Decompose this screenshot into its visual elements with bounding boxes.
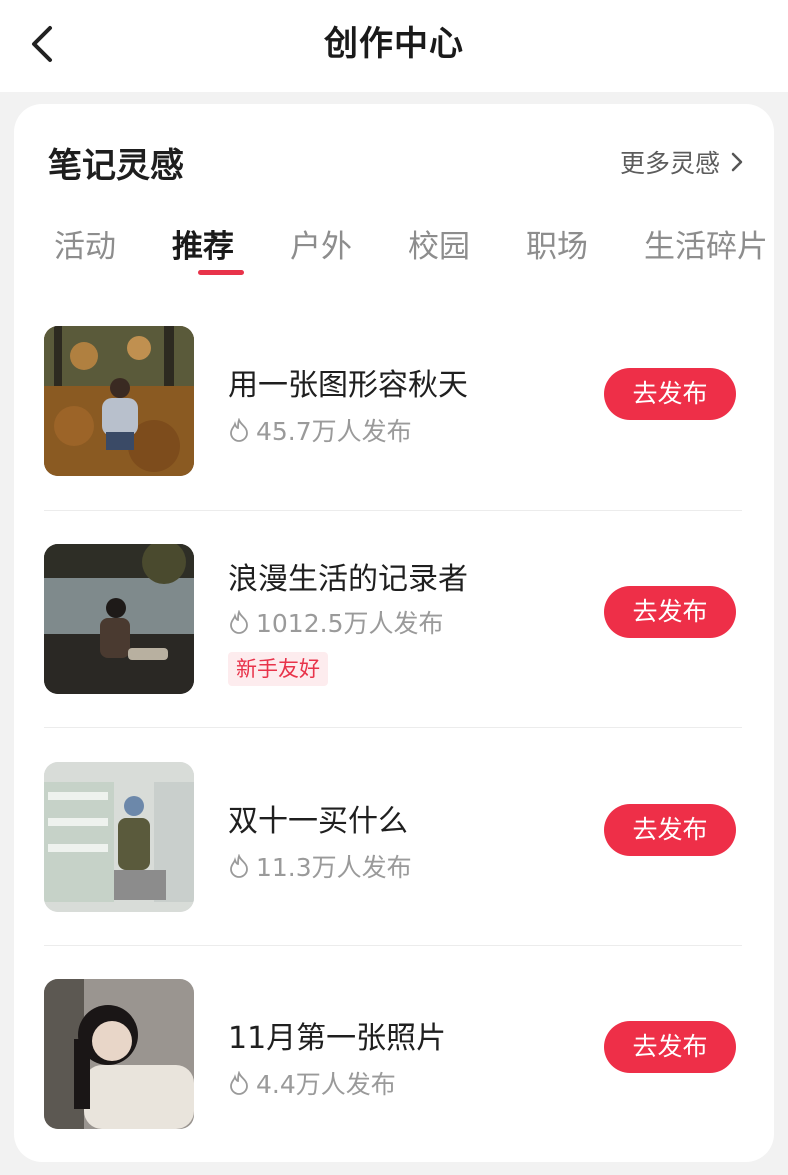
publish-count: 4.4万人发布	[256, 1070, 396, 1099]
top-bar: 创作中心	[0, 0, 788, 92]
flame-icon	[230, 610, 248, 634]
thumbnail-november-photo-image[interactable]	[44, 979, 194, 1129]
tab-workplace[interactable]: 职场	[526, 222, 588, 272]
item-title: 浪漫生活的记录者	[228, 562, 468, 597]
list-item: 双十一买什么 11.3万人发布 去发布	[44, 762, 742, 980]
tab-activity[interactable]: 活动	[54, 222, 116, 272]
tab-outdoor[interactable]: 户外	[290, 222, 352, 272]
tab-campus[interactable]: 校园	[408, 222, 470, 272]
thumbnail-double-eleven-image[interactable]	[44, 762, 194, 912]
thumbnail-romantic-life-image[interactable]	[44, 544, 194, 694]
active-tab-indicator	[198, 270, 244, 275]
publish-button[interactable]: 去发布	[604, 1021, 736, 1073]
publish-button[interactable]: 去发布	[604, 368, 736, 420]
tab-recommended[interactable]: 推荐	[172, 222, 234, 272]
list-item: 浪漫生活的记录者 1012.5万人发布 新手友好 去发布	[44, 544, 742, 762]
publish-count: 45.7万人发布	[256, 417, 412, 446]
more-inspiration-link[interactable]: 更多灵感	[620, 142, 744, 182]
item-title: 用一张图形容秋天	[228, 368, 468, 403]
chevron-right-icon	[731, 152, 743, 172]
page-title: 创作中心	[324, 24, 464, 64]
tab-life-fragments[interactable]: 生活碎片	[644, 222, 768, 272]
item-count: 1012.5万人发布	[228, 604, 443, 640]
section-title: 笔记灵感	[48, 146, 184, 186]
divider	[44, 510, 742, 511]
beginner-friendly-badge: 新手友好	[228, 652, 328, 686]
publish-button[interactable]: 去发布	[604, 804, 736, 856]
list-item: 用一张图形容秋天 45.7万人发布 去发布	[44, 326, 742, 544]
lakeside-photo-image	[44, 544, 194, 694]
item-count: 11.3万人发布	[228, 848, 412, 884]
inspiration-card: 笔记灵感 更多灵感 活动 推荐 户外 校园 职场 生活碎片 用一张图形容秋天 4…	[14, 104, 774, 1162]
divider	[44, 727, 742, 728]
publish-count: 1012.5万人发布	[256, 609, 444, 638]
thumbnail-autumn-image[interactable]	[44, 326, 194, 476]
flame-icon	[230, 418, 248, 442]
flame-icon	[230, 854, 248, 878]
item-title: 双十一买什么	[228, 804, 408, 839]
list-item: 11月第一张照片 4.4万人发布 去发布	[44, 979, 742, 1162]
portrait-photo-image	[44, 979, 194, 1129]
item-count: 4.4万人发布	[228, 1065, 396, 1101]
more-inspiration-label: 更多灵感	[619, 149, 720, 178]
divider	[44, 945, 742, 946]
item-title: 11月第一张照片	[228, 1021, 447, 1056]
autumn-photo-image	[44, 326, 194, 476]
category-tabs: 活动 推荐 户外 校园 职场 生活碎片	[14, 222, 774, 282]
publish-button[interactable]: 去发布	[604, 586, 736, 638]
item-count: 45.7万人发布	[228, 412, 412, 448]
supermarket-photo-image	[44, 762, 194, 912]
flame-icon	[230, 1071, 248, 1095]
publish-count: 11.3万人发布	[256, 853, 412, 882]
